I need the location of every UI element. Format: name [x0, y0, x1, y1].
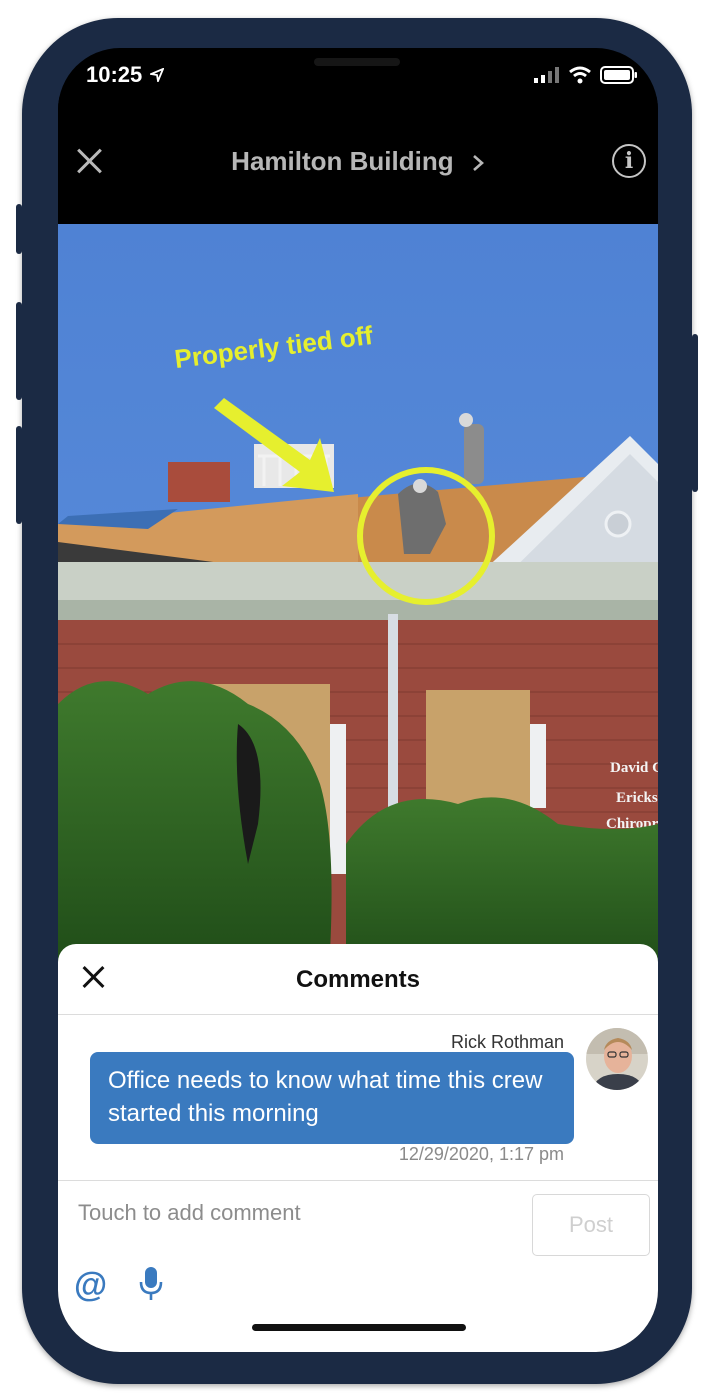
comments-sheet: Comments Rick Rothman Office needs to kn…	[58, 944, 658, 1352]
svg-text:Erickson: Erickson	[616, 790, 658, 806]
status-time-text: 10:25	[86, 62, 143, 87]
at-icon[interactable]: @	[74, 1266, 107, 1305]
phone-frame: 10:25 Hamilton Building i David C Ericks…	[16, 18, 698, 1384]
mute-switch	[16, 204, 22, 254]
comment-bubble[interactable]: Office needs to know what time this crew…	[90, 1052, 574, 1144]
post-button[interactable]: Post	[532, 1194, 650, 1256]
home-indicator[interactable]	[252, 1324, 466, 1331]
comment-timestamp: 12/29/2020, 1:17 pm	[398, 1144, 564, 1164]
battery-icon	[600, 66, 637, 84]
wifi-icon	[569, 66, 591, 84]
avatar[interactable]	[586, 1028, 648, 1090]
signal-icon	[534, 67, 559, 83]
side-button	[692, 334, 698, 492]
header-title[interactable]: Hamilton Building	[58, 146, 658, 177]
status-icons	[534, 66, 638, 84]
volume-up-button	[16, 302, 22, 400]
microphone-icon[interactable]	[138, 1266, 164, 1302]
notch	[192, 48, 524, 96]
nav-bar: Hamilton Building i	[58, 96, 658, 224]
comments-header: Comments	[58, 944, 658, 1015]
divider	[58, 1180, 658, 1181]
comments-title: Comments	[295, 966, 421, 993]
job-photo[interactable]: David Cla Erickson Chiropract Properly t…	[58, 224, 658, 984]
header-title-text: Hamilton Building	[231, 146, 454, 176]
info-icon[interactable]: i	[612, 144, 646, 178]
comment-input[interactable]	[78, 1200, 508, 1226]
volume-down-button	[16, 426, 22, 524]
status-time: 10:25	[86, 62, 166, 88]
avatar-image	[586, 1028, 648, 1090]
svg-text:David Cla: David Cla	[610, 760, 658, 776]
comment-author: Rick Rothman	[450, 1032, 564, 1052]
chevron-right-icon	[472, 155, 484, 172]
location-arrow-icon	[148, 67, 166, 85]
screen: 10:25 Hamilton Building i David C Ericks…	[58, 48, 658, 1352]
